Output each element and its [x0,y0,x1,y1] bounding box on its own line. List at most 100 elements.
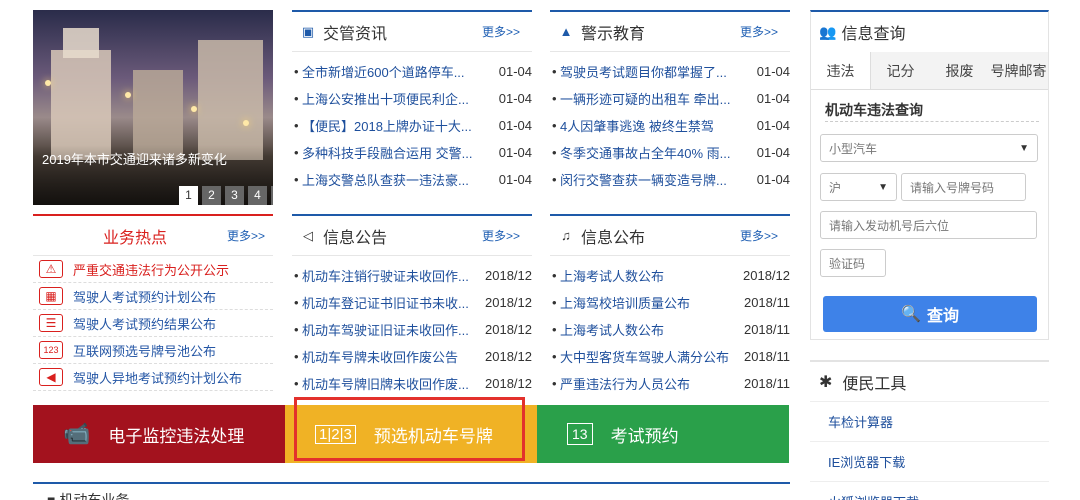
news-date: 2018/12 [743,268,790,283]
more-link[interactable]: 更多>> [482,23,520,40]
news-title[interactable]: 一辆形迹可疑的出租车 牵出... [560,89,753,108]
list-item[interactable]: • 严重违法行为人员公布 2018/11 [550,370,790,397]
news-list: • 机动车注销行驶证未收回作... 2018/12 • 机动车登记证书旧证书未收...… [292,256,532,397]
news-title[interactable]: 上海公安推出十项便民利企... [302,89,495,108]
news-title[interactable]: 冬季交通事故占全年40% 雨... [560,143,753,162]
list-item[interactable]: • 冬季交通事故占全年40% 雨... 01-04 [550,139,790,166]
list-item[interactable]: • 上海驾校培训质量公布 2018/11 [550,289,790,316]
news-title[interactable]: 上海考试人数公布 [560,320,740,339]
news-title[interactable]: 严重违法行为人员公布 [560,374,740,393]
plate-number-input[interactable]: 请输入号牌号码 [901,173,1026,201]
news-title[interactable]: 机动车注销行驶证未收回作... [302,266,481,285]
news-title[interactable]: 上海交警总队查获一违法豪... [302,170,495,189]
news-title[interactable]: 机动车驾驶证旧证未收回作... [302,320,481,339]
tab-scrap[interactable]: 报废 [930,52,989,89]
news-title[interactable]: 上海考试人数公布 [560,266,739,285]
news-title[interactable]: 全市新增近600个道路停车... [302,62,495,81]
tab-plate-mail[interactable]: 号牌邮寄 [989,52,1048,89]
news-list: • 全市新增近600个道路停车... 01-04 • 上海公安推出十项便民利企... 0… [292,52,532,193]
megaphone-icon: ◁ [303,227,313,243]
panel-title: 交管资讯 [323,25,388,43]
list-item[interactable]: • 上海交警总队查获一违法豪... 01-04 [292,166,532,193]
news-title[interactable]: 机动车号牌未收回作废公告 [302,347,481,366]
engine-number-input[interactable]: 请输入发动机号后六位 [820,211,1037,239]
carousel-caption[interactable]: 2019年本市交通迎来诸多新变化 [42,149,227,168]
list-item-label: 驾驶人考试预约计划公布 [73,289,217,305]
bell-icon: ♫ [561,228,571,243]
list-item[interactable]: • 机动车号牌旧牌未收回作废... 2018/12 [292,370,532,397]
list-item-label: 驾驶人异地考试预约计划公布 [73,370,243,386]
carousel-dot-2[interactable]: 2 [202,186,221,205]
carousel-pager: 1 2 3 4 5 [179,186,273,205]
list-item[interactable]: • 一辆形迹可疑的出租车 牵出... 01-04 [550,85,790,112]
query-header: 👥 信息查询 [811,12,1048,52]
list-item[interactable]: • 机动车注销行驶证未收回作... 2018/12 [292,262,532,289]
tool-ie-download[interactable]: IE浏览器下载 [810,442,1049,482]
more-link[interactable]: 更多>> [740,23,778,40]
news-list: • 上海考试人数公布 2018/12 • 上海驾校培训质量公布 2018/11 • 上海考… [550,256,790,397]
megaphone-icon: ◀ [39,368,63,386]
list-item-label: 驾驶人考试预约结果公布 [73,316,217,332]
service-label: 考试预约 [610,426,679,446]
list-item[interactable]: ▦ 驾驶人考试预约计划公布 [33,283,273,310]
section-title: ■ 机动车业务 [47,492,130,500]
query-submit-button[interactable]: 🔍 查询 [823,296,1037,332]
carousel-dot-5[interactable]: 5 [271,186,273,205]
releases-panel: ♫ 信息公布 更多>> • 上海考试人数公布 2018/12 • 上海驾校培训质量公布… [550,214,790,394]
news-title[interactable]: 驾驶员考试题目你都掌握了... [560,62,753,81]
tool-firefox-download[interactable]: 火狐浏览器下载 [810,482,1049,500]
panel-title: 警示教育 [581,25,646,43]
news-date: 2018/12 [485,268,532,283]
carousel-dot-1[interactable]: 1 [179,186,198,205]
captcha-input[interactable]: 验证码 [820,249,886,277]
hot-business-header: 业务热点 更多>> [33,216,273,256]
calendar-icon: 13 [567,423,593,445]
news-title[interactable]: 大中型客货车驾驶人满分公布 [560,347,740,366]
carousel-dot-4[interactable]: 4 [248,186,267,205]
news-title[interactable]: 上海驾校培训质量公布 [560,293,740,312]
news-title[interactable]: 多种科技手段融合运用 交警... [302,143,495,162]
list-item[interactable]: • 机动车号牌未收回作废公告 2018/12 [292,343,532,370]
more-link[interactable]: 更多>> [740,227,778,244]
list-item[interactable]: • 闵行交警查获一辆变造号牌... 01-04 [550,166,790,193]
exam-booking-button[interactable]: 13 考试预约 [537,405,789,463]
notices-panel: ◁ 信息公告 更多>> • 机动车注销行驶证未收回作... 2018/12 • 机动车… [292,214,532,394]
carousel-dot-3[interactable]: 3 [225,186,244,205]
list-item[interactable]: • 上海考试人数公布 2018/12 [550,262,790,289]
list-item[interactable]: • 驾驶员考试题目你都掌握了... 01-04 [550,58,790,85]
panel-header: ♫ 信息公布 更多>> [550,216,790,256]
list-item[interactable]: ◀ 驾驶人异地考试预约计划公布 [33,364,273,391]
list-item[interactable]: • 全市新增近600个道路停车... 01-04 [292,58,532,85]
news-title[interactable]: 【便民】2018上牌办证十大... [302,116,495,135]
vehicle-type-select[interactable]: 小型汽车 ▼ [820,134,1038,162]
list-item[interactable]: • 机动车驾驶证旧证未收回作... 2018/12 [292,316,532,343]
news-title[interactable]: 闵行交警查获一辆变造号牌... [560,170,753,189]
tab-points[interactable]: 记分 [871,52,930,89]
tools-header: ✱ 便民工具 [810,362,1049,402]
news-title[interactable]: 4人因肇事逃逸 被终生禁驾 [560,116,753,135]
calendar-icon: ▦ [39,287,63,305]
panel-header: ◁ 信息公告 更多>> [292,216,532,256]
list-item[interactable]: • 上海公安推出十项便民利企... 01-04 [292,85,532,112]
list-item[interactable]: • 上海考试人数公布 2018/11 [550,316,790,343]
list-item[interactable]: 123 互联网预选号牌号池公布 [33,337,273,364]
list-item[interactable]: • 大中型客货车驾驶人满分公布 2018/11 [550,343,790,370]
news-carousel[interactable]: 2019年本市交通迎来诸多新变化 1 2 3 4 5 [33,10,273,205]
list-item[interactable]: ⚠ 严重交通违法行为公开公示 [33,256,273,283]
list-item[interactable]: • 多种科技手段融合运用 交警... 01-04 [292,139,532,166]
tab-violation[interactable]: 违法 [811,52,871,89]
list-item[interactable]: • 4人因肇事逃逸 被终生禁驾 01-04 [550,112,790,139]
news-date: 01-04 [498,64,532,79]
list-item[interactable]: • 机动车登记证书旧证书未收... 2018/12 [292,289,532,316]
tool-vehicle-inspection-calculator[interactable]: 车检计算器 [810,402,1049,442]
news-title[interactable]: 机动车登记证书旧证书未收... [302,293,481,312]
vehicle-business-section: ■ 机动车业务 [33,482,790,500]
province-select[interactable]: 沪 ▼ [820,173,897,201]
news-title[interactable]: 机动车号牌旧牌未收回作废... [302,374,481,393]
hot-business-more-link[interactable]: 更多>> [227,227,265,244]
list-item[interactable]: ☰ 驾驶人考试预约结果公布 [33,310,273,337]
electronic-monitoring-button[interactable]: 📹 电子监控违法处理 [33,405,285,463]
list-item[interactable]: • 【便民】2018上牌办证十大... 01-04 [292,112,532,139]
more-link[interactable]: 更多>> [482,227,520,244]
news-date: 01-04 [756,118,790,133]
